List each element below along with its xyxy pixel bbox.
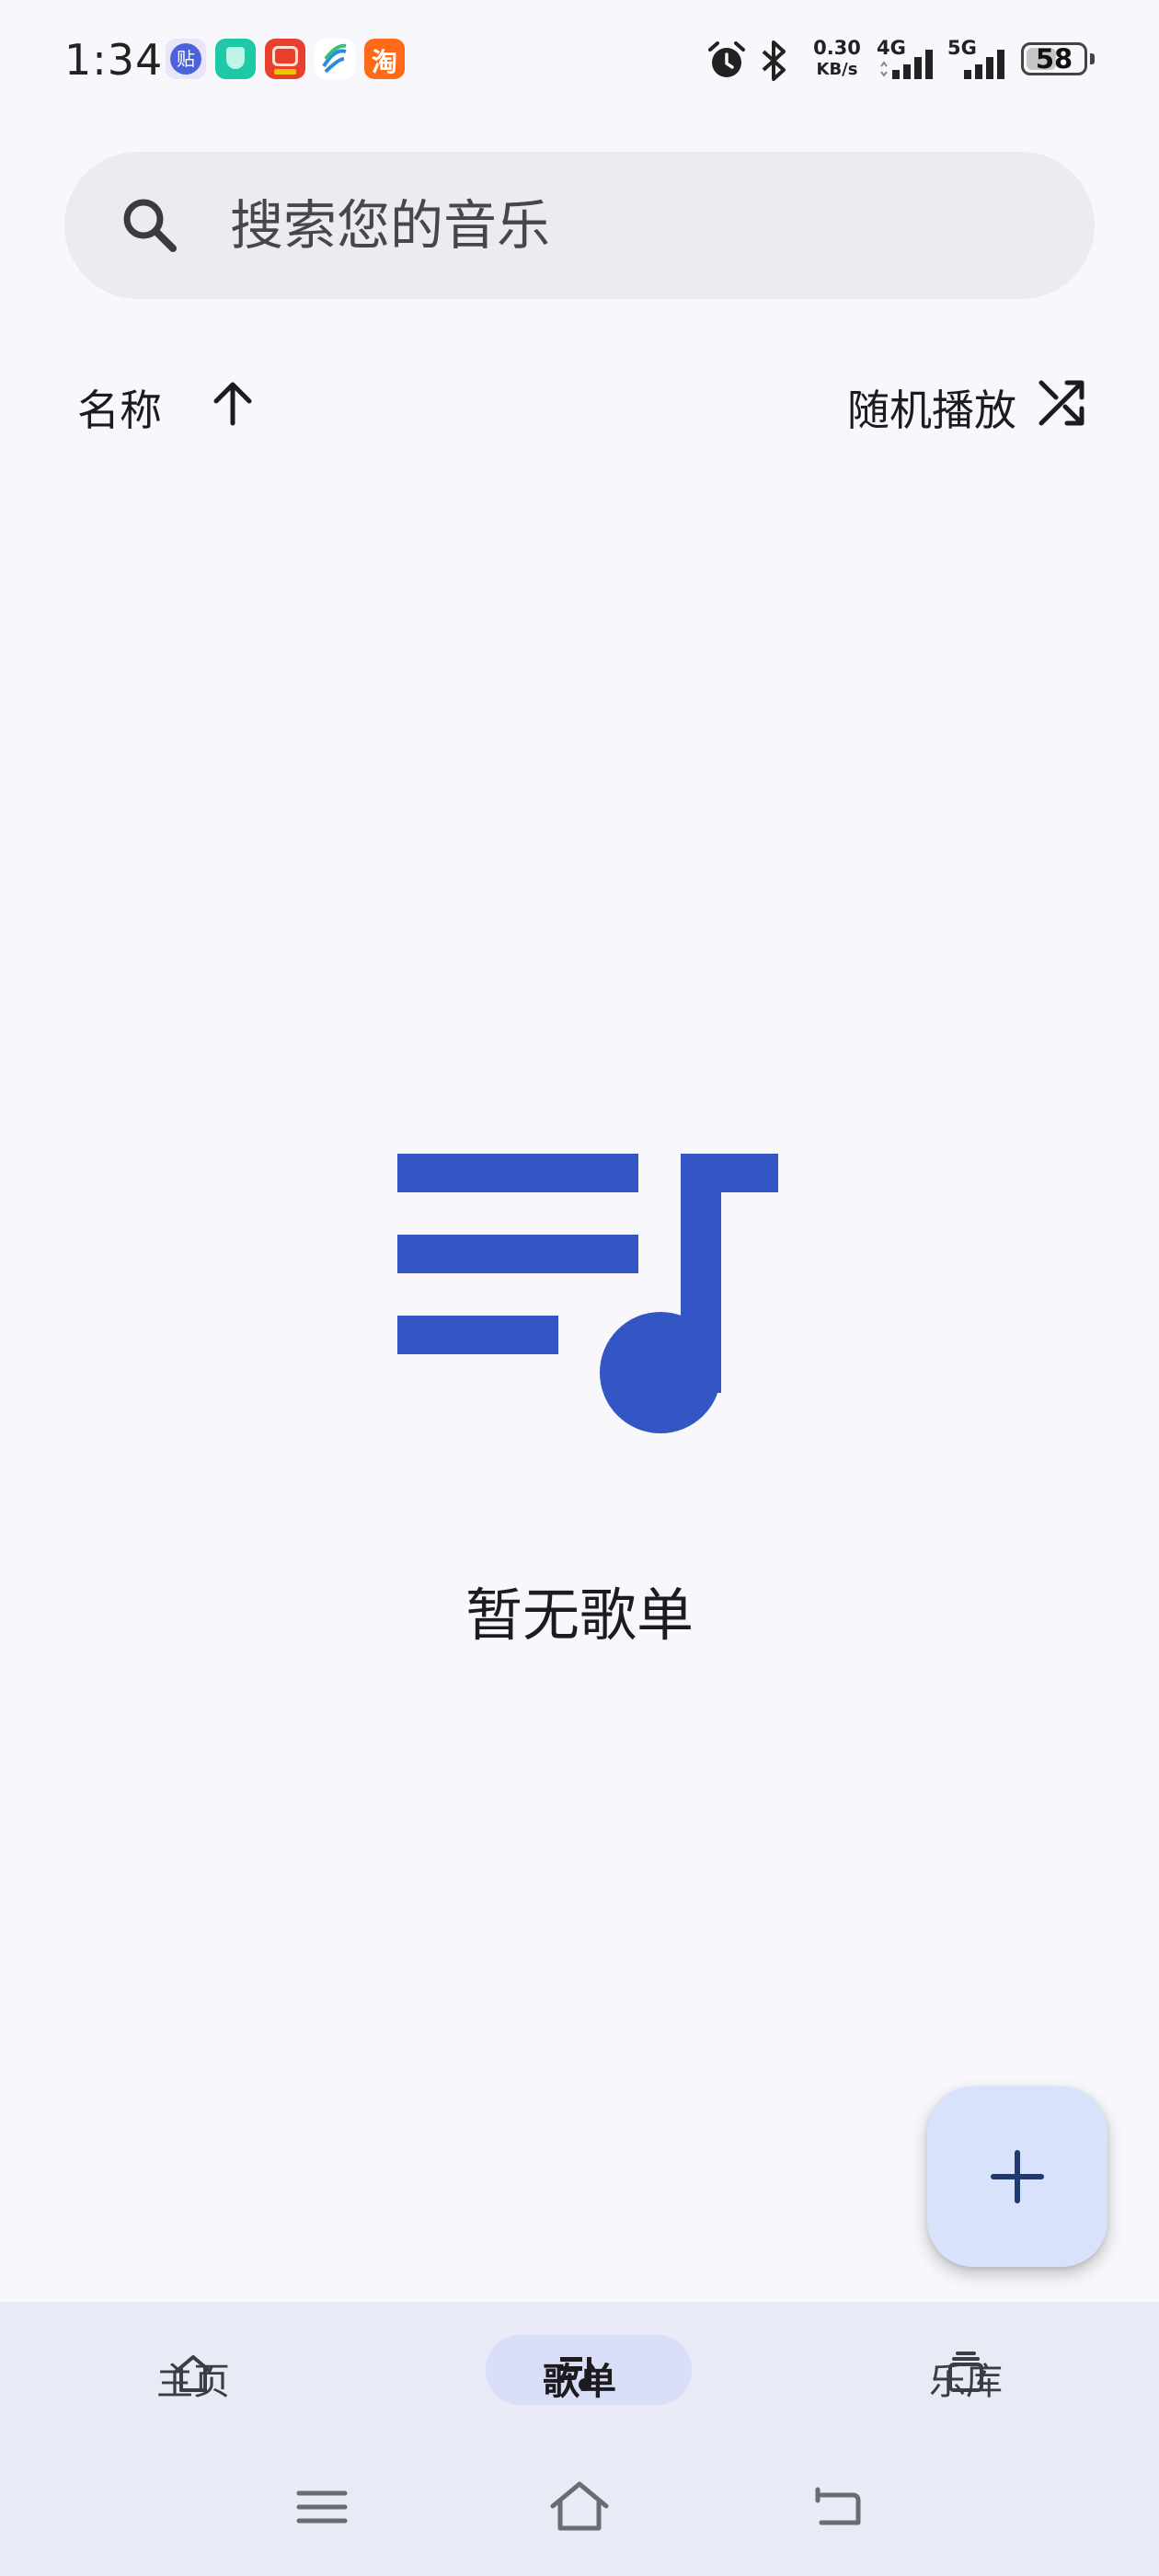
- red-app-icon: [265, 39, 305, 79]
- net-speed: 0.30 KB/s: [813, 37, 861, 79]
- playlist-screen: 1:34 贴 淘 0.30 KB/s 4G 5G 58 搜索您的音乐 名称 随机…: [0, 0, 1159, 2576]
- battery-level: 58: [1035, 43, 1073, 75]
- nav-label-playlist: 歌单: [543, 2361, 616, 2403]
- home-icon[interactable]: [547, 2475, 612, 2539]
- mobile-app-icon: [315, 39, 355, 79]
- status-time: 1:34: [64, 35, 164, 85]
- nav-label-home: 主页: [156, 2361, 230, 2403]
- taobao-app-icon: 淘: [364, 39, 405, 79]
- signal-5g-icon: [964, 50, 1004, 79]
- battery-tip: [1090, 53, 1095, 64]
- nav-item-home[interactable]: 主页: [55, 2329, 331, 2431]
- status-bar: 1:34 贴 淘 0.30 KB/s 4G 5G 58: [0, 0, 1159, 129]
- menu-icon[interactable]: [290, 2475, 354, 2539]
- empty-state-message: 暂无歌单: [465, 1581, 694, 1649]
- sort-row: 名称 随机播放: [0, 359, 1159, 451]
- security-app-icon: [215, 39, 256, 79]
- search-bar[interactable]: [64, 152, 1095, 299]
- shuffle-button[interactable]: 随机播放: [847, 377, 1016, 438]
- sort-name-button[interactable]: 名称: [77, 377, 162, 438]
- search-icon: [123, 199, 177, 252]
- playlist-music-icon: [397, 1154, 778, 1433]
- add-playlist-button[interactable]: [927, 2087, 1107, 2267]
- nav-label-library: 乐库: [929, 2361, 1003, 2403]
- tieba-app-icon: 贴: [166, 39, 206, 79]
- arrow-up-icon[interactable]: [207, 377, 258, 429]
- nav-item-library[interactable]: 乐库: [828, 2329, 1104, 2431]
- battery-indicator: 58: [1021, 42, 1087, 75]
- signal-4g-icon: [880, 50, 933, 79]
- back-icon[interactable]: [805, 2475, 869, 2539]
- alarm-icon: [708, 41, 745, 77]
- nav-item-playlist[interactable]: 歌单: [442, 2329, 717, 2431]
- bluetooth-icon: [762, 40, 786, 81]
- shuffle-icon[interactable]: [1034, 375, 1089, 431]
- plus-icon: [991, 2150, 1044, 2203]
- search-input[interactable]: [230, 187, 1039, 264]
